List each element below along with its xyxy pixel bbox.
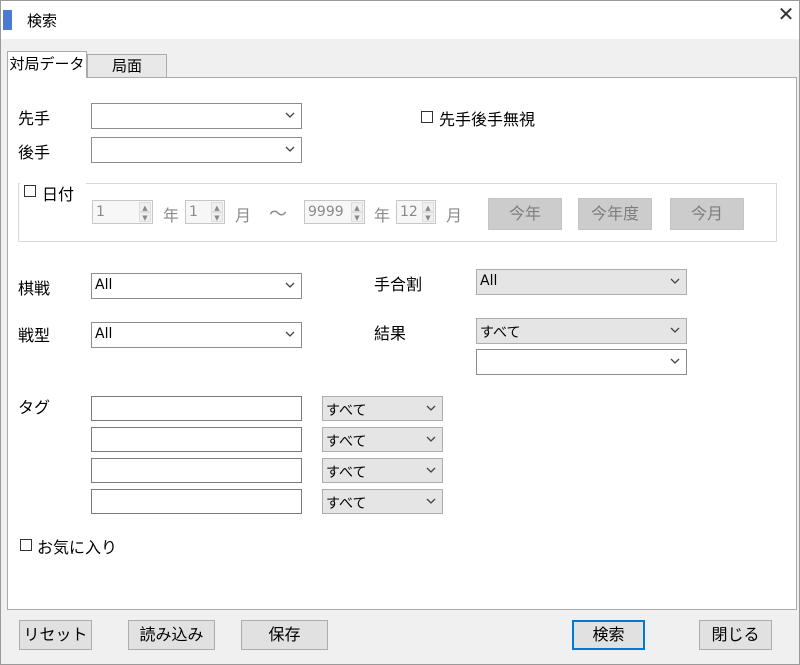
to-month-value: 12 [400,204,418,220]
chevron-down-icon [285,112,295,118]
result-label: 結果 [374,324,407,343]
spin-arrows: ▲ ▼ [422,202,434,222]
favorite-label: お気に入り [37,538,118,557]
spin-down-icon[interactable]: ▼ [422,212,434,222]
app-icon [3,10,12,30]
ignore-order-label: 先手後手無視 [439,110,536,129]
spin-arrows: ▲ ▼ [351,202,363,222]
tag-mode-select-3[interactable]: すべて [322,458,443,483]
senkei-label: 戦型 [18,326,51,345]
spin-up-icon[interactable]: ▲ [422,202,434,212]
tag-mode-select-1[interactable]: すべて [322,396,443,421]
senkei-value: All [95,326,113,342]
result-sub-select[interactable] [476,349,687,375]
tag-input-3[interactable] [91,458,302,483]
from-year-value: 1 [96,204,105,220]
from-month-value: 1 [189,204,198,220]
chevron-down-icon [670,327,680,333]
kisen-value: All [95,277,113,293]
tag-mode-value: すべて [326,496,367,512]
result-value: すべて [480,325,521,341]
tag-mode-select-2[interactable]: すべて [322,427,443,452]
tag-input-4[interactable] [91,489,302,514]
reset-button[interactable]: リセット [19,620,92,650]
sente-label: 先手 [18,109,51,128]
chevron-down-icon [426,498,436,504]
tag-mode-value: すべて [326,403,367,419]
month-unit-label: 月 [235,206,252,225]
spin-down-icon[interactable]: ▼ [139,212,151,222]
month-unit-label: 月 [446,206,463,225]
chevron-down-icon [285,146,295,152]
gote-select[interactable] [91,137,302,163]
kisen-label: 棋戦 [18,279,51,298]
tag-mode-select-4[interactable]: すべて [322,489,443,514]
chevron-down-icon [670,278,680,284]
tag-input-1[interactable] [91,396,302,421]
this-month-button[interactable]: 今月 [670,198,744,230]
load-button[interactable]: 読み込み [128,620,215,650]
chevron-down-icon [426,405,436,411]
from-year-spinner[interactable]: 1 ▲ ▼ [92,200,153,224]
kisen-select[interactable]: All [91,273,302,299]
senkei-select[interactable]: All [91,322,302,348]
this-year-button[interactable]: 今年 [488,198,562,230]
to-year-value: 9999 [308,204,344,220]
spin-up-icon[interactable]: ▲ [139,202,151,212]
close-icon[interactable]: ✕ [775,3,797,25]
year-unit-label: 年 [163,206,180,225]
chevron-down-icon [285,331,295,337]
title-bar: 検索 ✕ [1,1,799,39]
spin-up-icon[interactable]: ▲ [351,202,363,212]
to-year-spinner[interactable]: 9999 ▲ ▼ [304,200,365,224]
ignore-order-checkbox[interactable] [421,111,433,123]
spin-arrows: ▲ ▼ [139,202,151,222]
this-fiscal-year-button[interactable]: 今年度 [578,198,652,230]
tag-mode-value: すべて [326,434,367,450]
chevron-down-icon [285,282,295,288]
save-button[interactable]: 保存 [241,620,328,650]
favorite-checkbox[interactable] [20,539,32,551]
teai-value: All [480,273,498,289]
gote-label: 後手 [18,143,51,162]
date-label: 日付 [42,185,75,204]
tilde-separator: ～ [269,204,287,225]
search-dialog: 検索 ✕ 対局データ 局面 先手 後手 先手後手無視 日付 1 ▲ ▼ 年 1 … [0,0,800,665]
teai-label: 手合割 [374,275,423,294]
chevron-down-icon [426,436,436,442]
date-checkbox[interactable] [24,185,36,197]
tab-game-data[interactable]: 対局データ [7,51,87,78]
tag-mode-value: すべて [326,465,367,481]
close-button[interactable]: 閉じる [699,620,772,650]
result-select[interactable]: すべて [476,318,687,344]
year-unit-label: 年 [374,206,391,225]
tab-position[interactable]: 局面 [87,54,167,78]
chevron-down-icon [670,358,680,364]
teai-select[interactable]: All [476,269,687,295]
spin-up-icon[interactable]: ▲ [211,202,223,212]
from-month-spinner[interactable]: 1 ▲ ▼ [185,200,225,224]
spin-down-icon[interactable]: ▼ [351,212,363,222]
spin-down-icon[interactable]: ▼ [211,212,223,222]
spin-arrows: ▲ ▼ [211,202,223,222]
window-title: 検索 [27,12,58,30]
tag-input-2[interactable] [91,427,302,452]
to-month-spinner[interactable]: 12 ▲ ▼ [396,200,436,224]
tag-label: タグ [18,398,51,417]
search-button[interactable]: 検索 [572,620,645,650]
chevron-down-icon [426,467,436,473]
sente-select[interactable] [91,103,302,129]
